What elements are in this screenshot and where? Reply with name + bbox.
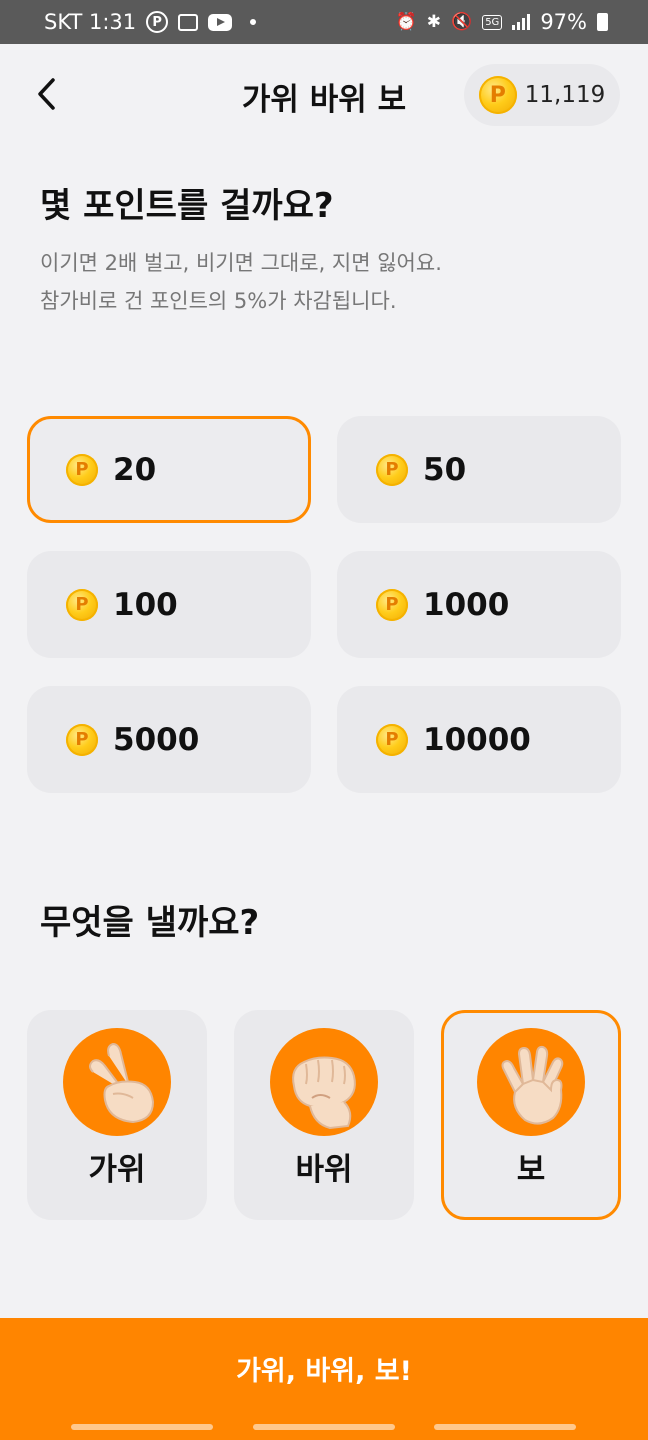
choice-label: 가위 xyxy=(88,1152,146,1188)
bet-option-50[interactable]: P 50 xyxy=(337,416,621,523)
youtube-notification-icon xyxy=(208,13,233,31)
bet-amount: 1000 xyxy=(423,586,510,623)
nav-home-handle[interactable] xyxy=(253,1424,395,1430)
mute-icon: 🔇 xyxy=(451,12,473,32)
bet-amount: 100 xyxy=(113,586,178,623)
rock-fist-icon xyxy=(270,1028,378,1136)
bet-amount: 50 xyxy=(423,451,467,488)
play-button[interactable]: 가위, 바위, 보! xyxy=(0,1318,648,1418)
choice-label: 보 xyxy=(516,1152,546,1188)
bet-amount: 20 xyxy=(113,451,157,488)
point-balance[interactable]: P 11,119 xyxy=(464,64,620,126)
bet-question: 몇 포인트를 걸까요? xyxy=(40,186,334,226)
point-coin-icon: P xyxy=(66,723,98,756)
more-notifications-dot-icon xyxy=(250,19,257,25)
network-type-icon: 5G xyxy=(482,14,503,30)
gallery-notification-icon xyxy=(178,13,199,31)
bet-description: 이기면 2배 벌고, 비기면 그대로, 지면 잃어요. 참가비로 건 포인트의 … xyxy=(40,244,442,320)
alarm-icon: ⏰ xyxy=(395,12,417,32)
choice-paper[interactable]: 보 xyxy=(441,1010,621,1220)
battery-percent: 97% xyxy=(540,10,587,34)
bet-option-20[interactable]: P 20 xyxy=(27,416,311,523)
paper-hand-icon xyxy=(477,1028,585,1136)
bluetooth-icon: ✱ xyxy=(426,12,442,32)
point-coin-icon: P xyxy=(376,453,408,486)
choice-scissors[interactable]: 가위 xyxy=(27,1010,207,1220)
point-coin-icon: P xyxy=(66,453,98,486)
header: 가위 바위 보 P 11,119 xyxy=(0,44,648,148)
choice-rock[interactable]: 바위 xyxy=(234,1010,414,1220)
bet-option-5000[interactable]: P 5000 xyxy=(27,686,311,793)
carrier-time: SKT 1:31 xyxy=(44,10,137,34)
choice-question: 무엇을 낼까요? xyxy=(40,903,260,943)
status-bar: SKT 1:31 P ⏰ ✱ 🔇 5G 97% xyxy=(0,0,648,44)
nav-back-handle[interactable] xyxy=(434,1424,576,1430)
choice-label: 바위 xyxy=(295,1152,353,1188)
point-coin-icon: P xyxy=(66,588,98,621)
scissors-hand-icon xyxy=(63,1028,171,1136)
bet-description-line1: 이기면 2배 벌고, 비기면 그대로, 지면 잃어요. xyxy=(40,251,442,275)
bet-option-100[interactable]: P 100 xyxy=(27,551,311,658)
bet-amount: 5000 xyxy=(113,721,200,758)
nav-recent-handle[interactable] xyxy=(71,1424,213,1430)
balance-value: 11,119 xyxy=(524,82,606,108)
bet-description-line2: 참가비로 건 포인트의 5%가 차감됩니다. xyxy=(40,289,397,313)
point-coin-icon: P xyxy=(376,723,408,756)
bet-option-10000[interactable]: P 10000 xyxy=(337,686,621,793)
point-coin-icon: P xyxy=(478,76,517,114)
status-right: ⏰ ✱ 🔇 5G 97% xyxy=(396,10,608,34)
system-nav-bar xyxy=(0,1418,648,1440)
bet-options: P 20 P 50 P 100 P 1000 P 5000 P 10000 xyxy=(27,416,621,793)
status-left: SKT 1:31 P xyxy=(44,10,257,34)
bet-option-1000[interactable]: P 1000 xyxy=(337,551,621,658)
point-coin-icon: P xyxy=(376,588,408,621)
parking-notification-icon: P xyxy=(146,11,169,33)
signal-icon xyxy=(512,14,531,30)
battery-icon xyxy=(597,13,608,31)
choice-options: 가위 바위 보 xyxy=(27,1010,621,1220)
bet-amount: 10000 xyxy=(423,721,531,758)
